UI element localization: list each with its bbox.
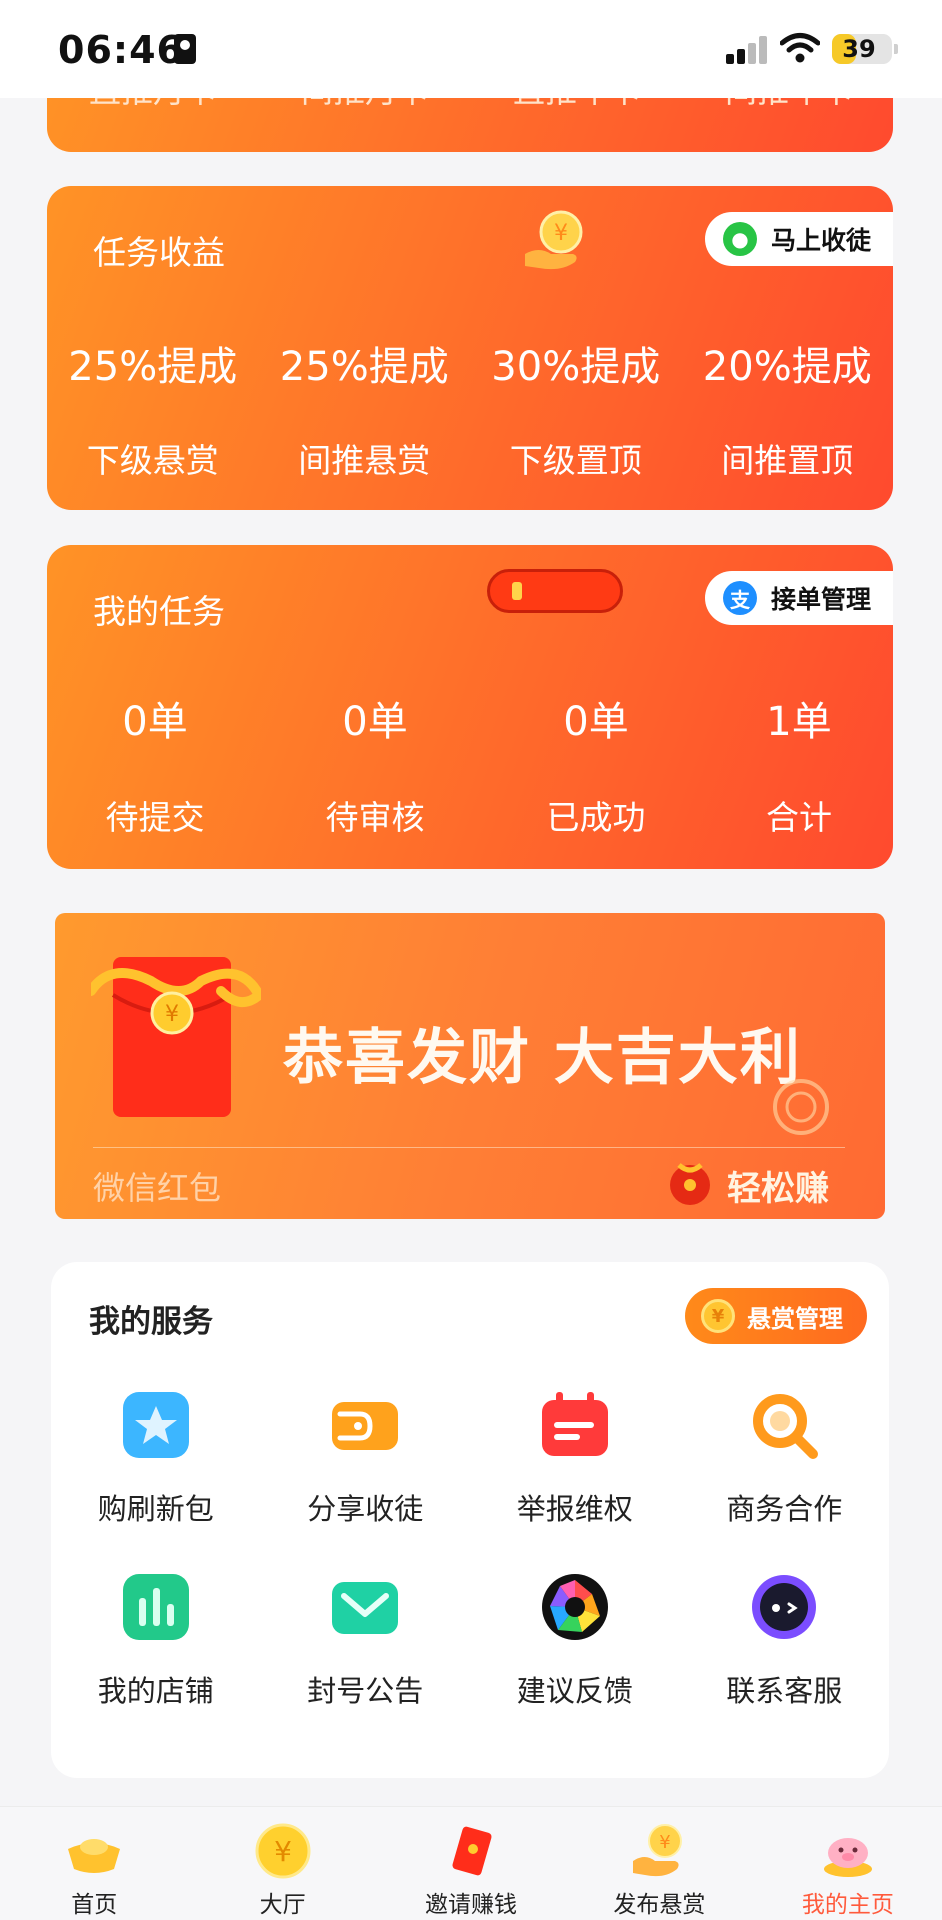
reward-management-button[interactable]: ¥ 悬赏管理 bbox=[685, 1288, 867, 1344]
service-label: 建议反馈 bbox=[516, 1674, 633, 1708]
status-bar: 06:46 39 bbox=[0, 0, 942, 98]
service-item-refresh-pack[interactable]: 购刷新包 bbox=[51, 1390, 261, 1572]
easy-earn-label: 轻松赚 bbox=[727, 1169, 829, 1209]
service-item-customer-service[interactable]: 联系客服 bbox=[680, 1572, 890, 1754]
tab-label: 邀请赚钱 bbox=[425, 1892, 518, 1918]
my-tasks-card: 我的任务 支 接单管理 0单 0单 0单 1单 待提交 待审核 已成功 合计 bbox=[47, 545, 893, 869]
tab-label: 首页 bbox=[71, 1892, 118, 1918]
income-value: 30%提成 bbox=[491, 344, 661, 390]
tab-hall[interactable]: ¥ 大厅 bbox=[188, 1807, 376, 1920]
service-item-ban-notice[interactable]: 封号公告 bbox=[261, 1572, 471, 1754]
svg-text:¥: ¥ bbox=[165, 1002, 179, 1027]
cell-signal-icon bbox=[726, 36, 768, 64]
order-management-label: 接单管理 bbox=[770, 585, 871, 614]
income-label: 下级置顶 bbox=[509, 441, 642, 480]
task-status-label[interactable]: 待审核 bbox=[263, 791, 487, 839]
svg-text:¥: ¥ bbox=[660, 1832, 671, 1853]
wechat-icon: ● bbox=[722, 222, 757, 256]
card-title: 任务收益 bbox=[93, 233, 225, 272]
task-income-card: 任务收益 ¥ ● 马上收徒 25%提成 25%提成 30%提成 20%提成 下级… bbox=[47, 186, 893, 510]
battery-level: 39 bbox=[842, 35, 876, 63]
hand-coin-icon: ¥ bbox=[633, 1824, 683, 1877]
service-label: 封号公告 bbox=[307, 1674, 424, 1708]
service-item-business[interactable]: 商务合作 bbox=[680, 1390, 890, 1572]
income-value: 25%提成 bbox=[68, 344, 238, 390]
task-status-label[interactable]: 合计 bbox=[705, 791, 893, 839]
star-bag-icon bbox=[122, 1392, 189, 1458]
hand-coin-icon: ¥ bbox=[525, 210, 583, 270]
yen-coin-icon: ¥ bbox=[255, 1823, 311, 1879]
red-envelope-badge-icon bbox=[487, 569, 623, 613]
svg-text:¥: ¥ bbox=[274, 1835, 292, 1868]
service-label: 联系客服 bbox=[726, 1674, 843, 1708]
tab-label: 我的主页 bbox=[801, 1892, 894, 1918]
banner-headline: 恭喜发财 大吉大利 bbox=[283, 1023, 802, 1093]
tab-my-homepage[interactable]: 我的主页 bbox=[754, 1807, 942, 1920]
reward-management-label: 悬赏管理 bbox=[747, 1304, 843, 1333]
service-item-feedback[interactable]: 建议反馈 bbox=[470, 1572, 680, 1754]
recruit-now-label: 马上收徒 bbox=[770, 226, 871, 255]
piggy-bank-icon bbox=[823, 1838, 872, 1877]
aperture-icon bbox=[541, 1574, 608, 1640]
wallet-icon bbox=[332, 1402, 399, 1450]
banner-divider bbox=[93, 1147, 845, 1148]
tab-label: 发布悬赏 bbox=[613, 1892, 706, 1918]
tab-invite[interactable]: 邀请赚钱 bbox=[377, 1807, 565, 1920]
chart-icon bbox=[122, 1574, 189, 1640]
income-value: 20%提成 bbox=[702, 344, 872, 390]
bottom-tab-bar: 首页 ¥ 大厅 邀请赚钱 ¥ 发布悬赏 我的主页 bbox=[0, 1806, 942, 1920]
banner-subtitle: 微信红包 bbox=[93, 1169, 222, 1207]
task-status-label[interactable]: 待提交 bbox=[47, 791, 263, 839]
card-title: 我的任务 bbox=[93, 592, 225, 631]
task-count: 0单 bbox=[342, 699, 408, 745]
my-services-panel: 我的服务 ¥ 悬赏管理 购刷新包 分享收徒 举报维权 商务合作 我的店铺 封号公… bbox=[51, 1262, 889, 1778]
tab-home[interactable]: 首页 bbox=[0, 1807, 188, 1920]
search-icon bbox=[753, 1394, 819, 1459]
task-count: 0单 bbox=[122, 699, 188, 745]
order-management-button[interactable]: 支 接单管理 bbox=[704, 571, 893, 625]
task-status-label[interactable]: 已成功 bbox=[487, 791, 705, 839]
task-count: 0单 bbox=[563, 699, 629, 745]
status-time: 06:46 bbox=[58, 28, 184, 72]
service-item-report[interactable]: 举报维权 bbox=[470, 1390, 680, 1572]
service-label: 我的店铺 bbox=[97, 1674, 214, 1708]
red-envelope-icon bbox=[452, 1826, 492, 1876]
page: 06:46 39 直推月卡 间推月卡 直推年卡 间推年卡 任务收益 ¥ bbox=[0, 0, 942, 1920]
yen-coin-icon: ¥ bbox=[701, 1299, 735, 1333]
wifi-icon bbox=[780, 33, 820, 63]
coin-stack-icon bbox=[773, 1079, 829, 1135]
contact-card-icon bbox=[174, 34, 196, 64]
gold-ingot-icon bbox=[68, 1839, 121, 1873]
tab-publish-reward[interactable]: ¥ 发布悬赏 bbox=[565, 1807, 753, 1920]
service-item-share-recruit[interactable]: 分享收徒 bbox=[261, 1390, 471, 1572]
income-label: 间推悬赏 bbox=[298, 441, 431, 480]
calendar-icon bbox=[541, 1392, 608, 1456]
battery-icon: 39 bbox=[832, 34, 898, 64]
service-label: 举报维权 bbox=[516, 1492, 633, 1526]
svg-text:¥: ¥ bbox=[554, 221, 568, 246]
red-envelope-icon: ¥ bbox=[91, 957, 261, 1117]
service-label: 购刷新包 bbox=[97, 1492, 214, 1526]
recruit-now-button[interactable]: ● 马上收徒 bbox=[704, 212, 893, 266]
task-count: 1单 bbox=[766, 699, 832, 745]
alipay-icon: 支 bbox=[722, 581, 757, 615]
service-item-my-store[interactable]: 我的店铺 bbox=[51, 1572, 261, 1754]
tab-label: 大厅 bbox=[259, 1892, 306, 1918]
gift-bag-icon bbox=[670, 1163, 710, 1205]
service-label: 商务合作 bbox=[726, 1492, 843, 1526]
red-envelope-banner[interactable]: ¥ 恭喜发财 大吉大利 微信红包 轻松赚 bbox=[55, 913, 885, 1219]
income-label: 间推置顶 bbox=[721, 441, 854, 480]
service-label: 分享收徒 bbox=[307, 1492, 424, 1526]
income-value: 25%提成 bbox=[279, 344, 449, 390]
mail-icon bbox=[332, 1582, 399, 1634]
services-title: 我的服务 bbox=[89, 1304, 213, 1340]
income-label: 下级悬赏 bbox=[86, 441, 219, 480]
chat-face-icon bbox=[752, 1575, 817, 1639]
